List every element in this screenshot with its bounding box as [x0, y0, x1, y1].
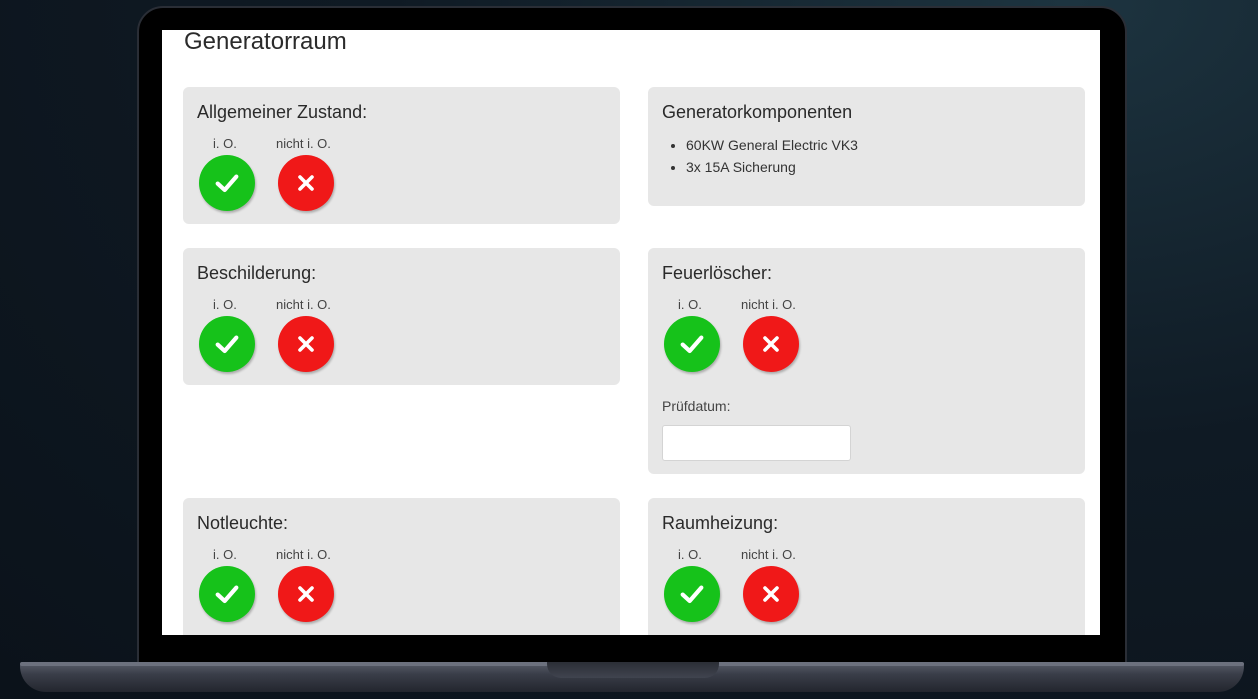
card-title: Notleuchte: — [197, 513, 289, 533]
ok-label: i. O. — [678, 297, 702, 312]
card-raumheizung: Raumheizung: i. O. nicht i. O. — [648, 498, 1085, 635]
ok-label: i. O. — [213, 136, 237, 151]
not-ok-label: nicht i. O. — [276, 297, 331, 312]
not-ok-button[interactable] — [278, 316, 334, 372]
check-icon — [215, 585, 239, 604]
check-icon — [215, 174, 239, 193]
card-title: Generatorkomponenten — [662, 102, 853, 122]
check-icon — [680, 585, 704, 604]
card-title: Raumheizung: — [662, 513, 779, 533]
x-icon — [298, 336, 314, 352]
pruefdatum-label: Prüfdatum: — [662, 398, 731, 414]
list-item: 60KW General Electric VK3 — [686, 134, 858, 156]
card-generatorkomponenten: Generatorkomponenten 60KW General Electr… — [648, 87, 1085, 206]
list-item: 3x 15A Sicherung — [686, 156, 858, 178]
not-ok-label: nicht i. O. — [741, 297, 796, 312]
laptop-notch — [547, 662, 719, 678]
card-title: Beschilderung: — [197, 263, 317, 283]
x-icon — [298, 175, 314, 191]
not-ok-label: nicht i. O. — [741, 547, 796, 562]
ok-button[interactable] — [199, 155, 255, 211]
not-ok-button[interactable] — [278, 566, 334, 622]
card-beschilderung: Beschilderung: i. O. nicht i. O. — [183, 248, 620, 385]
component-list: 60KW General Electric VK3 3x 15A Sicheru… — [662, 134, 858, 178]
not-ok-button[interactable] — [743, 316, 799, 372]
ok-button[interactable] — [664, 316, 720, 372]
card-feuerloescher: Feuerlöscher: i. O. nicht i. O. Prüfdatu… — [648, 248, 1085, 474]
ok-label: i. O. — [678, 547, 702, 562]
ok-button[interactable] — [199, 566, 255, 622]
not-ok-button[interactable] — [743, 566, 799, 622]
ok-button[interactable] — [199, 316, 255, 372]
ok-button[interactable] — [664, 566, 720, 622]
x-icon — [763, 336, 779, 352]
not-ok-button[interactable] — [278, 155, 334, 211]
not-ok-label: nicht i. O. — [276, 547, 331, 562]
x-icon — [763, 586, 779, 602]
card-notleuchte: Notleuchte: i. O. nicht i. O. — [183, 498, 620, 635]
not-ok-label: nicht i. O. — [276, 136, 331, 151]
page-title: Generatorraum — [184, 30, 347, 55]
pruefdatum-input[interactable] — [662, 425, 851, 461]
card-allgemeiner-zustand: Allgemeiner Zustand: i. O. nicht i. O. — [183, 87, 620, 224]
app-screen: Generatorraum Allgemeiner Zustand: i. O.… — [162, 30, 1100, 635]
ok-label: i. O. — [213, 297, 237, 312]
x-icon — [298, 586, 314, 602]
card-title: Allgemeiner Zustand: — [197, 102, 368, 122]
ok-label: i. O. — [213, 547, 237, 562]
check-icon — [215, 335, 239, 354]
check-icon — [680, 335, 704, 354]
card-title: Feuerlöscher: — [662, 263, 773, 283]
